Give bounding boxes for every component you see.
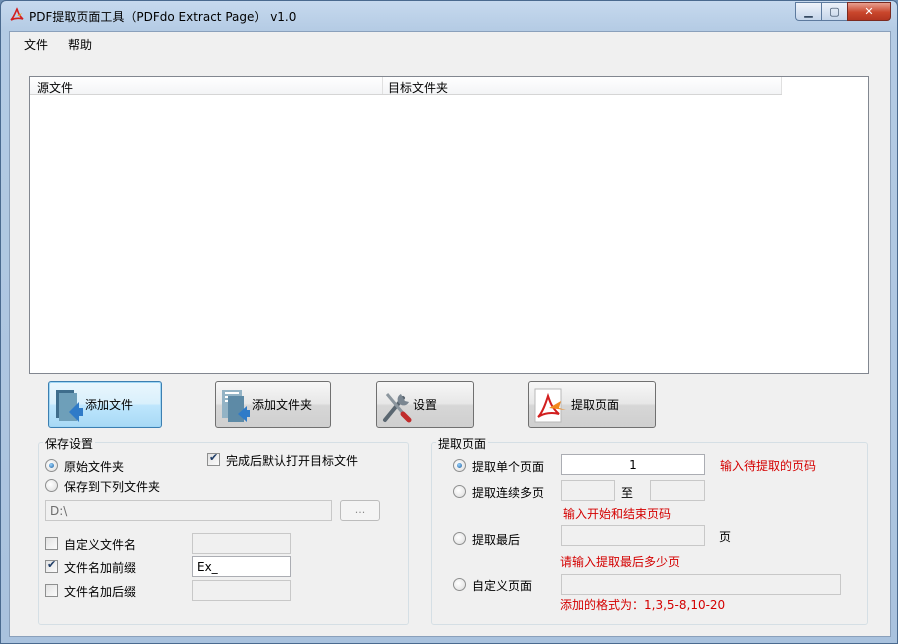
- add-folder-button[interactable]: 添加文件夹: [215, 381, 331, 428]
- open-after-checkbox[interactable]: [207, 451, 220, 466]
- custom-pages-hint: 添加的格式为：1,3,5-8,10-20: [560, 598, 726, 612]
- add-suffix-label: 文件名加后缀: [64, 585, 137, 599]
- last-pages-input[interactable]: [561, 525, 705, 546]
- file-list-header: 源文件 目标文件夹: [30, 77, 782, 95]
- single-page-radio[interactable]: [453, 459, 466, 472]
- pdf-extract-icon: [534, 388, 566, 423]
- custom-name-checkbox[interactable]: [45, 537, 58, 550]
- custom-pages-label: 自定义页面: [472, 579, 533, 593]
- extract-pages-title: 提取页面: [436, 435, 489, 452]
- single-page-hint: 输入待提取的页码: [720, 459, 817, 473]
- close-button[interactable]: ✕: [847, 2, 891, 21]
- prefix-input[interactable]: Ex_: [192, 556, 291, 577]
- add-suffix-checkbox[interactable]: [45, 584, 58, 597]
- add-folder-label: 添加文件夹: [252, 398, 313, 412]
- menu-help[interactable]: 帮助: [68, 36, 92, 53]
- single-page-input[interactable]: 1: [561, 454, 705, 475]
- multi-pages-radio[interactable]: [453, 485, 466, 498]
- page-unit-label: 页: [719, 530, 732, 544]
- custom-name-input[interactable]: [192, 533, 291, 554]
- save-to-folder-radio[interactable]: [45, 479, 58, 492]
- menu-bar: 文件 帮助: [10, 32, 890, 54]
- minimize-icon: ▁: [804, 5, 813, 18]
- add-file-label: 添加文件: [85, 398, 134, 412]
- extract-pages-button[interactable]: 提取页面: [528, 381, 656, 428]
- menu-file[interactable]: 文件: [24, 36, 48, 53]
- app-window: PDF提取页面工具（PDFdo Extract Page） v1.0 ▁ ▢ ✕…: [0, 0, 898, 644]
- add-file-icon: [56, 390, 83, 422]
- column-target-folder[interactable]: 目标文件夹: [388, 79, 448, 96]
- to-label: 至: [621, 486, 634, 500]
- file-list[interactable]: 源文件 目标文件夹: [29, 76, 869, 374]
- tools-icon: [383, 393, 412, 423]
- window-title: PDF提取页面工具（PDFdo Extract Page） v1.0: [29, 10, 297, 24]
- title-bar[interactable]: PDF提取页面工具（PDFdo Extract Page） v1.0 ▁ ▢ ✕: [1, 1, 897, 31]
- maximize-icon: ▢: [829, 5, 840, 18]
- minimize-button[interactable]: ▁: [795, 2, 821, 21]
- custom-name-label: 自定义文件名: [64, 538, 137, 552]
- last-pages-hint: 请输入提取最后多少页: [560, 555, 681, 569]
- original-folder-radio[interactable]: [45, 459, 58, 472]
- extract-pages-label: 提取页面: [571, 398, 620, 412]
- save-settings-title: 保存设置: [43, 435, 96, 452]
- settings-label: 设置: [413, 398, 438, 412]
- maximize-button[interactable]: ▢: [821, 2, 847, 21]
- suffix-input[interactable]: [192, 580, 291, 601]
- add-file-button[interactable]: 添加文件: [48, 381, 162, 428]
- multi-pages-hint: 输入开始和结束页码: [563, 507, 672, 521]
- single-page-label: 提取单个页面: [472, 460, 545, 474]
- multi-pages-label: 提取连续多页: [472, 486, 545, 500]
- custom-pages-radio[interactable]: [453, 578, 466, 591]
- multi-from-input[interactable]: [561, 480, 615, 501]
- column-divider[interactable]: [781, 77, 782, 94]
- custom-pages-input[interactable]: [561, 574, 841, 595]
- add-prefix-label: 文件名加前缀: [64, 561, 137, 575]
- column-divider[interactable]: [382, 77, 383, 94]
- close-icon: ✕: [864, 5, 874, 18]
- settings-button[interactable]: 设置: [376, 381, 474, 428]
- open-after-label: 完成后默认打开目标文件: [226, 454, 359, 468]
- client-area: 文件 帮助 源文件 目标文件夹 添加文件 添加文件夹 设置 提取页面 保存设置 …: [9, 31, 891, 637]
- last-pages-radio[interactable]: [453, 532, 466, 545]
- last-pages-label: 提取最后: [472, 533, 521, 547]
- pdf-app-icon: [10, 7, 24, 21]
- browse-button[interactable]: ...: [340, 500, 380, 521]
- add-folder-icon: [222, 390, 250, 422]
- add-prefix-checkbox[interactable]: [45, 558, 58, 573]
- multi-to-input[interactable]: [650, 480, 705, 501]
- original-folder-label: 原始文件夹: [64, 460, 125, 474]
- column-source-file[interactable]: 源文件: [37, 79, 73, 96]
- folder-path-input[interactable]: D:\: [45, 500, 332, 521]
- save-to-folder-label: 保存到下列文件夹: [64, 480, 161, 494]
